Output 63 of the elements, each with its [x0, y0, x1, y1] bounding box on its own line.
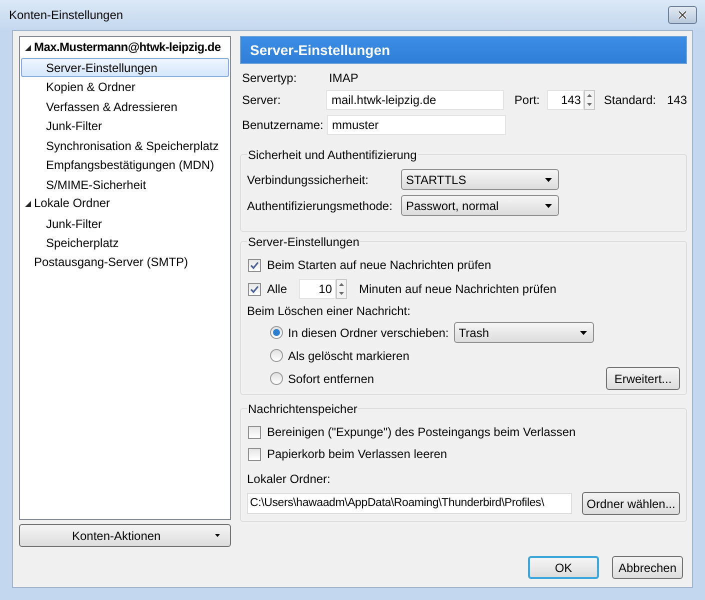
field-label: Servertyp: [242, 70, 298, 87]
caret-icon [545, 204, 552, 208]
field-label: Server: [242, 92, 282, 109]
radio-label: Sofort entfernen [288, 370, 374, 388]
tree-item[interactable]: Junk-Filter [21, 214, 229, 233]
dropdown[interactable]: Trash [454, 322, 594, 343]
field-value: 143 [666, 92, 687, 109]
field-label: Standard: [604, 92, 656, 109]
dropdown[interactable]: Passwort, normal [401, 195, 559, 216]
checkbox[interactable] [248, 258, 261, 272]
radio-button[interactable] [270, 326, 283, 339]
close-icon [678, 11, 687, 19]
tree-item[interactable]: Speicherplatz [21, 233, 229, 252]
radio-button[interactable] [270, 349, 283, 362]
tree-item[interactable]: Synchronisation & Speicherplatz [21, 136, 229, 155]
section-header: Server-Einstellungen [240, 36, 687, 64]
input-field[interactable]: mmuster [327, 115, 506, 135]
caret-icon [580, 330, 587, 334]
checkbox-label: Papierkorb beim Verlassen leeren [267, 446, 448, 463]
field-label: Beim Löschen einer Nachricht: [247, 303, 412, 320]
tree-item[interactable]: S/MIME-Sicherheit [21, 174, 229, 194]
button[interactable]: Erweitert... [606, 367, 680, 390]
tree-item[interactable]: Verfassen & Adressieren [21, 96, 229, 116]
expander-icon[interactable] [25, 44, 31, 51]
spinner[interactable] [584, 90, 595, 110]
field-label: Lokaler Ordner: [247, 471, 332, 488]
checkbox-label: Alle [267, 281, 288, 298]
close-button[interactable] [668, 6, 697, 24]
path-field[interactable]: C:\Users\hawaadm\AppData\Roaming\Thunderbird\Profiles\ [247, 493, 572, 514]
checkbox-label: Bereinigen ("Expunge") des Posteingangs beim Verlassen [267, 424, 576, 441]
field-label: Port: [514, 92, 541, 109]
checkbox-label: Beim Starten auf neue Nachrichten prüfen [267, 257, 492, 274]
button[interactable]: Abbrechen [612, 556, 683, 579]
tree-item[interactable]: Server-Einstellungen [21, 58, 229, 77]
tree-item[interactable]: Kopien & Ordner [21, 77, 229, 96]
tree-item[interactable]: Junk-Filter [21, 116, 229, 136]
radio-label: In diesen Ordner verschieben: [288, 324, 449, 342]
number-field[interactable]: 10 [299, 279, 336, 299]
field-label: Benutzername: [242, 117, 324, 134]
input-field[interactable]: mail.htwk-leipzig.de [326, 90, 504, 110]
checkbox[interactable] [248, 282, 261, 296]
caret-icon [545, 178, 552, 182]
checkbox[interactable] [248, 448, 261, 460]
field-label: Verbindungssicherheit: [247, 172, 370, 188]
field-label: Authentifizierungsmethode: [247, 198, 394, 214]
radio-button[interactable] [270, 372, 283, 385]
expander-icon[interactable] [25, 200, 31, 207]
tree-item[interactable]: Max.Mustermann@htwk-leipzig.de [21, 38, 229, 58]
tree-item[interactable]: Empfangsbestätigungen (MDN) [21, 155, 229, 174]
window-title: Konten-Einstellungen [9, 7, 124, 24]
checkbox[interactable] [248, 426, 261, 438]
button[interactable]: OK [528, 556, 599, 579]
tree-item[interactable]: Postausgang-Server (SMTP) [21, 252, 229, 272]
button[interactable]: Ordner wählen... [582, 492, 680, 515]
caret-icon [215, 534, 220, 537]
number-field[interactable]: 143 [547, 90, 584, 110]
account-actions-button[interactable]: Konten-Aktionen [19, 524, 231, 547]
field-value: IMAP [329, 70, 360, 87]
field-label: Minuten auf neue Nachrichten prüfen [359, 281, 556, 298]
radio-label: Als gelöscht markieren [288, 348, 410, 364]
tree-item[interactable]: Lokale Ordner [21, 194, 229, 214]
spinner[interactable] [336, 279, 347, 299]
dropdown[interactable]: STARTTLS [401, 169, 559, 190]
